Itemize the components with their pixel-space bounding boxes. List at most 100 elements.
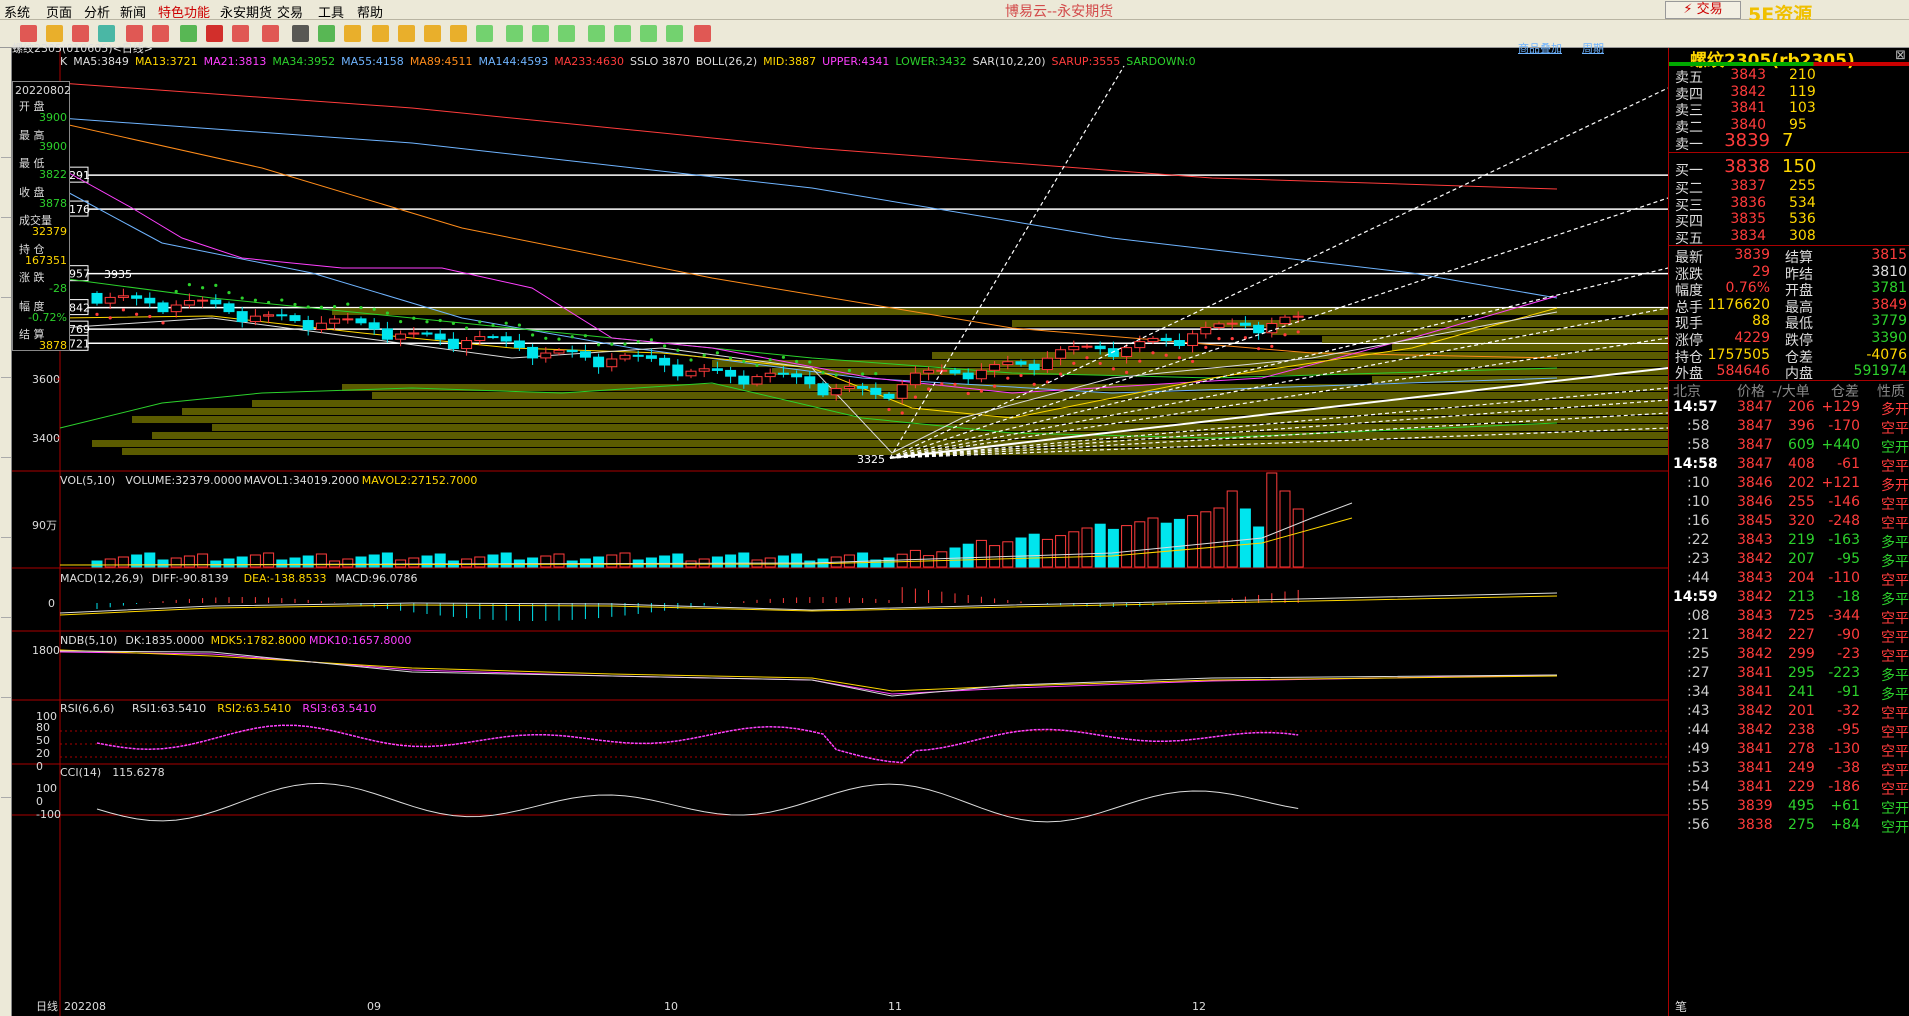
tick-price: 3842 [1737,627,1773,643]
lightning-icon: ⚡ [1683,2,1697,17]
3min-icon[interactable] [532,25,549,42]
macd-axis-label: 0 [48,597,55,610]
candle-body [1121,347,1133,357]
menu-item[interactable]: 帮助 [357,2,383,21]
cci-axis-label: 100 [36,782,57,795]
volume-bar [289,557,301,568]
info-value: 3878 [39,339,67,352]
quarter-icon[interactable] [450,25,467,42]
menu-item[interactable]: 交易 [277,2,303,21]
day-icon[interactable] [372,25,389,42]
stat-value: 3390 [1871,330,1907,346]
candle-body [355,318,367,324]
60min-icon[interactable] [640,25,657,42]
pane-header-text: RSI2:63.5410 [217,702,291,715]
side-tab[interactable] [1,488,11,538]
chart-icon[interactable] [318,25,335,42]
side-tab[interactable] [1,168,11,218]
30min-icon[interactable] [614,25,631,42]
quote-row: :08 3843 725 -344 空平 [1669,607,1909,627]
chart-header-links[interactable]: 商品叠加 周期 [1518,40,1624,56]
tick-time: :25 [1687,646,1710,662]
ask-price[interactable]: 3841 [1730,100,1766,116]
side-tab[interactable] [1,748,11,798]
ask-price[interactable]: 3842 [1730,84,1766,100]
tick-type: 多开 [1881,478,1909,494]
bid-price[interactable]: 3834 [1730,228,1766,244]
candle-body [513,340,525,348]
side-tab[interactable] [1,408,11,458]
sar-dot [729,356,733,360]
pen-icon[interactable] [206,25,223,42]
quote-row: 涨停 4229 跌停 3390 [1669,329,1909,349]
sar-dot [253,298,257,302]
year-icon[interactable] [694,25,711,42]
volume-bar [593,556,605,568]
side-tab[interactable] [1,328,11,378]
sar-dot [319,305,323,309]
candle-body [566,349,578,353]
quote-close-icon[interactable]: ⊠ [1895,48,1906,63]
menu-item[interactable]: 工具 [318,2,344,21]
menu-item[interactable]: 页面 [46,2,72,21]
side-tab[interactable] [1,648,11,698]
left-side-tabs[interactable] [0,48,12,1016]
volume-bar [117,556,129,568]
zoom-out-icon[interactable] [152,25,169,42]
sar-dot [1230,337,1234,341]
pane-header-text: VOL(5,10) [60,474,115,487]
chart-header-link[interactable]: 周期 [1582,42,1604,55]
candle-body [197,299,209,302]
menu-item[interactable]: 系统 [4,2,30,21]
1min-icon[interactable] [506,25,523,42]
side-tab[interactable] [1,248,11,298]
tick-price: 3847 [1737,418,1773,434]
trophy-icon[interactable] [262,25,279,42]
bid-price[interactable]: 3838 [1724,156,1770,177]
sar-dot [781,355,786,359]
menu-item[interactable]: 新闻 [120,2,146,21]
pane-header-text: MDK10:1657.8000 [309,634,411,647]
quote-row: :16 3845 320 -248 空平 [1669,512,1909,532]
week-icon[interactable] [398,25,415,42]
bottom-tab[interactable]: 笔 [1675,998,1687,1015]
stat-value: 3849 [1871,296,1907,313]
sar-dot [1217,337,1221,341]
menu-item[interactable]: 永安期货 [220,2,272,21]
15min-icon[interactable] [588,25,605,42]
bid-price[interactable]: 3836 [1730,195,1766,211]
tick-time: :23 [1687,551,1710,567]
menu-item[interactable]: 特色功能 [158,2,210,21]
list-icon[interactable] [292,25,309,42]
side-tab[interactable] [1,568,11,618]
bid-price[interactable]: 3837 [1730,178,1766,194]
chart-area[interactable]: 3800360034004291417639573842376937213935… [12,42,1668,1016]
candle-body [791,373,803,378]
menu-item[interactable]: 分析 [84,2,110,21]
tick-change: -95 [1837,551,1860,567]
trade-button[interactable]: ⚡ 交易 [1665,1,1741,19]
sar-dot [715,351,720,355]
month-icon[interactable] [424,25,441,42]
candle-body [698,368,710,372]
chart-header-link[interactable]: 商品叠加 [1518,42,1562,55]
stat-value: 4229 [1734,330,1770,346]
quote-row: :58 3847 396 -170 空平 [1669,417,1909,437]
tick-volume: 249 [1788,760,1815,776]
ask-price[interactable]: 3843 [1730,67,1766,83]
app-title: 博易云--永安期货 [1005,4,1114,20]
brush-icon[interactable] [232,25,249,42]
tick-icon[interactable] [344,25,361,42]
bid-price[interactable]: 3835 [1730,211,1766,227]
x-icon[interactable] [476,25,493,42]
draw-icon[interactable] [180,25,197,42]
5min-icon[interactable] [558,25,575,42]
candle-body [553,349,565,354]
side-tab[interactable] [1,108,11,158]
2h-icon[interactable] [666,25,683,42]
sar-dot [1191,359,1195,364]
info-value: 167351 [25,253,67,267]
volume-bar [1253,526,1265,568]
indicator-line [59,167,1558,394]
ask-price[interactable]: 3839 [1724,130,1770,151]
